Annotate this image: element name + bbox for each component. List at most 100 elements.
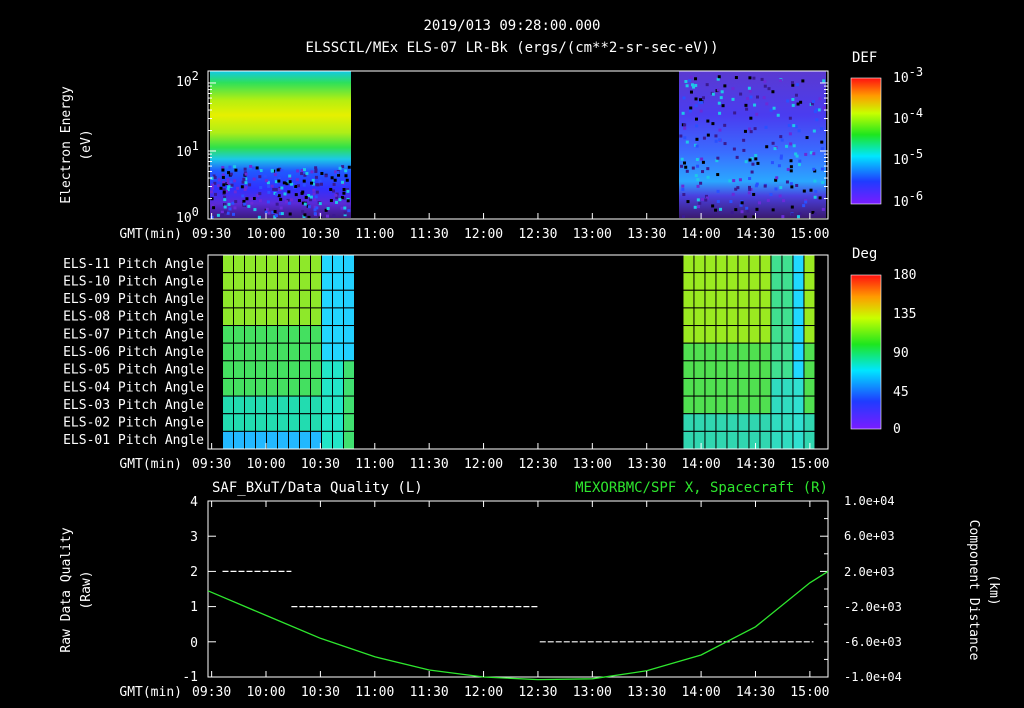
pitch-angle-cell (748, 272, 761, 291)
spectrogram-speckle (748, 177, 752, 181)
spectrogram-speckle (786, 99, 790, 103)
pitch-angle-cell (288, 360, 301, 379)
pitch-angle-cell (770, 307, 783, 327)
pitch-angle-cell (803, 307, 816, 327)
spectrogram-speckle (290, 171, 294, 175)
pitch-angle-row-label: ELS-07 Pitch Angle (63, 327, 204, 342)
spectrogram-speckle (739, 92, 743, 96)
spectrogram-speckle (716, 189, 720, 193)
spectrogram-speckle (340, 180, 344, 184)
pitch-angle-cell (682, 395, 695, 415)
pitch-angle-cell (244, 272, 257, 291)
pitch-angle-cell (321, 325, 334, 344)
distance-series-line (207, 570, 829, 681)
spectrogram-speckle (258, 199, 262, 203)
spectrogram-speckle (789, 182, 793, 186)
pitch-angle-cell (726, 360, 739, 379)
pitch-angle-cell (770, 413, 783, 432)
pitch-angle-cell (693, 377, 706, 397)
energy-ylabel-unit: (eV) (79, 129, 94, 160)
time-tick-label: 11:00 (355, 227, 394, 242)
spectrogram-speckle (229, 180, 233, 184)
pitch-angle-cell (244, 289, 257, 309)
spectrogram-speckle (723, 84, 727, 88)
spectrogram-speckle (695, 137, 699, 141)
spectrogram-speckle (319, 182, 323, 186)
distance-ylabel-unit: (km) (986, 574, 1001, 605)
spectrogram-speckle (791, 83, 795, 87)
spectrogram-speckle (787, 123, 791, 127)
spectrogram-speckle (696, 184, 700, 188)
pitch-angle-cell (748, 360, 761, 379)
spectrogram-speckle (276, 168, 280, 172)
pitch-angle-cell (299, 395, 312, 415)
pitch-angle-cell (222, 360, 235, 379)
pitch-angle-cell (310, 430, 323, 450)
spectrogram-speckle (305, 171, 309, 175)
spectrogram-speckle (683, 126, 687, 130)
spectrogram-speckle (695, 157, 699, 161)
spectrogram-speckle (779, 156, 783, 160)
pitch-angle-cell (759, 325, 772, 344)
spectrogram-speckle (780, 138, 784, 142)
pitch-angle-cell (288, 272, 301, 291)
time-tick-label: 11:00 (355, 457, 394, 472)
distance-panel-title: MEXORBMC/SPF X, Spacecraft (R) (575, 480, 828, 496)
time-tick-label: 14:30 (736, 227, 775, 242)
energy-ylabel: Electron Energy (59, 86, 74, 204)
pitch-angle-cell (693, 342, 706, 362)
spectrogram-speckle (681, 184, 685, 188)
spectrogram-speckle (315, 190, 319, 194)
pitch-angle-cell (288, 254, 301, 274)
spectrogram-speckle (245, 197, 249, 201)
spectrogram-speckle (684, 165, 688, 169)
spectrogram-speckle (798, 159, 802, 163)
spectrogram-speckle (691, 166, 695, 170)
pitch-angle-cell (310, 307, 323, 327)
pitch-angle-cell (321, 377, 334, 397)
spectrogram-speckle (210, 190, 214, 194)
pitch-angle-cell (781, 307, 794, 327)
spectrogram-speckle (817, 108, 821, 112)
quality-ytick-neg1: -1 (182, 670, 198, 685)
time-tick-label: 15:00 (790, 685, 829, 700)
spectrogram-speckle (822, 106, 826, 110)
pitch-angle-cell (255, 413, 268, 432)
pitch-angle-cell (682, 430, 695, 450)
spectrogram-speckle (701, 197, 705, 201)
spectrogram-speckle (226, 178, 230, 182)
pitch-angle-cell (748, 342, 761, 362)
plot-subtitle: ELSSCIL/MEx ELS-07 LR-Bk (ergs/(cm**2-sr… (305, 40, 718, 56)
spectrogram-speckle (755, 112, 759, 116)
pitch-angle-cell (726, 430, 739, 450)
def-colorbar (850, 77, 882, 205)
spectrogram-speckle (682, 96, 686, 100)
pitch-angle-cell (803, 377, 816, 397)
pitch-angle-cell (759, 289, 772, 309)
pitch-angle-row-label: ELS-04 Pitch Angle (63, 380, 204, 395)
time-tick-label: 12:00 (464, 457, 503, 472)
spectrogram-speckle (779, 135, 783, 139)
pitch-angle-cell (704, 395, 717, 415)
spectrogram-speckle (277, 194, 281, 198)
pitch-angle-cell (770, 360, 783, 379)
pitch-angle-cell (693, 413, 706, 432)
pitch-angle-cell (288, 430, 301, 450)
spectrogram-speckle (683, 136, 687, 140)
pitch-angle-cell (310, 254, 323, 274)
pitch-angle-cell (244, 342, 257, 362)
spectrogram-speckle (747, 191, 751, 195)
spectrogram-speckle (706, 175, 710, 179)
pitch-angle-cell (288, 377, 301, 397)
spectrogram-speckle (287, 201, 291, 205)
spectrogram-speckle (296, 169, 300, 173)
pitch-angle-cell (277, 289, 290, 309)
pitch-angle-cell (759, 413, 772, 432)
spectrogram-speckle (267, 211, 271, 215)
spectrogram-speckle (311, 178, 315, 182)
pitch-angle-cell (770, 342, 783, 362)
spectrogram-speckle (763, 184, 767, 188)
quality-panel-title: SAF_BXuT/Data Quality (L) (212, 480, 423, 496)
pitch-angle-cell (803, 342, 816, 362)
spectrogram-speckle (696, 164, 700, 168)
